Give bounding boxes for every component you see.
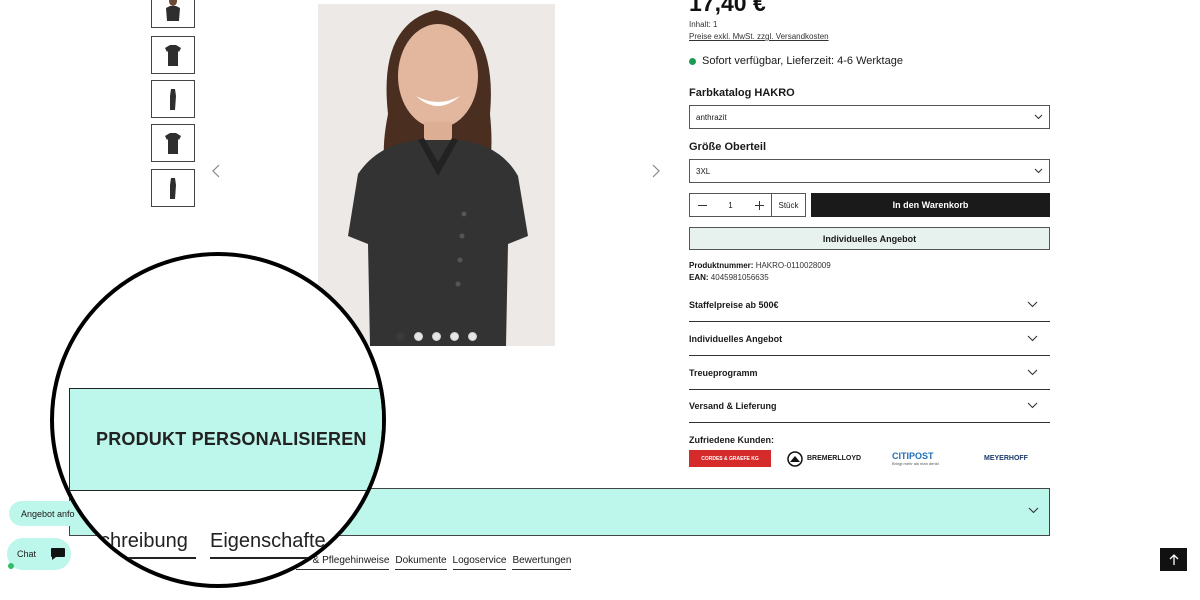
shirt-icon bbox=[166, 0, 180, 21]
size-label: Größe Oberteil bbox=[689, 141, 767, 153]
gallery-next-button[interactable] bbox=[646, 160, 666, 182]
accordion-label: Individuelles Angebot bbox=[689, 333, 783, 344]
shirt-icon bbox=[165, 133, 181, 154]
customer-logo-citipost: CITIPOST Bringt mehr als man denkt bbox=[892, 450, 939, 467]
accordion-label: Treueprogramm bbox=[689, 367, 758, 378]
color-select[interactable]: anthrazit bbox=[689, 105, 1050, 129]
tab-logoservice[interactable]: Logoservice bbox=[452, 555, 507, 570]
quantity-unit: Stück bbox=[771, 194, 805, 216]
chevron-down-icon bbox=[1027, 301, 1038, 308]
stock-indicator-icon bbox=[689, 57, 696, 65]
accordion-individuelles-angebot[interactable]: Individuelles Angebot bbox=[689, 322, 1050, 356]
quantity-input[interactable]: 1 bbox=[714, 201, 747, 210]
chevron-left-icon bbox=[212, 164, 220, 178]
gallery-dot-1[interactable] bbox=[396, 332, 405, 341]
chevron-down-icon bbox=[1027, 402, 1038, 409]
customer-logo-text: BREMERLLOYD bbox=[807, 455, 862, 462]
chevron-down-icon bbox=[1034, 168, 1043, 174]
chevron-down-icon bbox=[1027, 369, 1038, 376]
chat-bubble-icon bbox=[51, 548, 66, 560]
product-photo bbox=[318, 4, 555, 346]
quantity-increase-button[interactable] bbox=[747, 194, 771, 216]
quantity-stepper: 1 Stück bbox=[689, 193, 806, 217]
shirt-icon bbox=[170, 178, 176, 199]
stock-status: Sofort verfügbar, Lieferzeit: 4-6 Werkta… bbox=[689, 55, 903, 67]
individual-offer-button[interactable]: Individuelles Angebot bbox=[689, 227, 1050, 250]
ean-value: 4045981056635 bbox=[710, 273, 769, 282]
thumbnail-3[interactable] bbox=[151, 80, 195, 118]
add-to-cart-button[interactable]: In den Warenkorb bbox=[811, 193, 1050, 217]
tab-reviews[interactable]: Bewertungen bbox=[512, 555, 572, 570]
magnifier-lens: PRODUKT PERSONALISIEREN chreibung Eigens… bbox=[50, 252, 386, 588]
plus-icon bbox=[754, 200, 764, 210]
gallery-dot-2[interactable] bbox=[414, 332, 423, 341]
thumbnail-5[interactable] bbox=[151, 169, 195, 207]
chevron-right-icon bbox=[652, 164, 660, 178]
ean-label: EAN: bbox=[689, 273, 709, 282]
thumbnail-2[interactable] bbox=[151, 36, 195, 74]
customer-logo-cordes: CORDES & GRAEFE KG bbox=[689, 450, 771, 467]
chat-button[interactable]: Chat bbox=[7, 538, 71, 570]
content-info: Inhalt: 1 bbox=[689, 20, 718, 29]
color-label: Farbkatalog HAKRO bbox=[689, 87, 795, 99]
accordion-staffelpreise[interactable]: Staffelpreise ab 500€ bbox=[689, 288, 1050, 322]
customer-logo-text: CITIPOST bbox=[892, 450, 934, 461]
customer-logo-text: CORDES & GRAEFE KG bbox=[701, 455, 759, 462]
bremerlloyd-logo-icon bbox=[787, 450, 803, 467]
minus-icon bbox=[697, 204, 707, 206]
personalize-product-zoomed[interactable]: PRODUKT PERSONALISIEREN bbox=[69, 388, 382, 491]
accordion-versand[interactable]: Versand & Lieferung bbox=[689, 389, 1050, 423]
chevron-down-icon bbox=[1034, 114, 1043, 120]
price-value: 17,40 € bbox=[689, 0, 766, 16]
customer-logo-meyerhoff: MEYERHOFF bbox=[984, 450, 1028, 467]
color-select-value: anthrazit bbox=[696, 112, 727, 122]
product-number-value: HAKRO-0110028009 bbox=[755, 261, 831, 270]
tab-documents[interactable]: Dokumente bbox=[395, 555, 447, 570]
customer-logo-subtext: Bringt mehr als man denkt bbox=[892, 460, 939, 466]
shirt-icon bbox=[165, 45, 181, 66]
product-tabs: ch- & Pflegehinweise Dokumente Logoservi… bbox=[296, 555, 572, 570]
stock-text: Sofort verfügbar, Lieferzeit: 4-6 Werkta… bbox=[702, 55, 903, 67]
gallery-dot-3[interactable] bbox=[432, 332, 441, 341]
size-select[interactable]: 3XL bbox=[689, 159, 1050, 183]
product-number-label: Produktnummer: bbox=[689, 261, 754, 270]
gallery-prev-button[interactable] bbox=[206, 160, 226, 182]
ean: EAN: 4045981056635 bbox=[689, 273, 769, 282]
size-select-value: 3XL bbox=[696, 166, 711, 176]
customer-logo-bremerlloyd: BREMERLLOYD bbox=[787, 450, 861, 467]
price-suffix: * bbox=[766, 0, 770, 4]
price-note-link[interactable]: Preise exkl. MwSt. zzgl. Versandkosten bbox=[689, 32, 829, 41]
thumbnail-1[interactable] bbox=[151, 0, 195, 28]
personalize-label: PRODUKT PERSONALISIEREN bbox=[96, 429, 367, 449]
tab-description[interactable]: chreibung bbox=[100, 530, 196, 559]
customers-title: Zufriedene Kunden: bbox=[689, 435, 774, 445]
scroll-to-top-button[interactable] bbox=[1160, 548, 1187, 571]
accordion-label: Versand & Lieferung bbox=[689, 400, 777, 411]
quantity-decrease-button[interactable] bbox=[690, 194, 714, 216]
accordion-label: Staffelpreise ab 500€ bbox=[689, 299, 779, 310]
product-number: Produktnummer: HAKRO-0110028009 bbox=[689, 261, 831, 270]
accordion-treueprogramm[interactable]: Treueprogramm bbox=[689, 356, 1050, 390]
customer-logo-text: MEYERHOFF bbox=[984, 455, 1028, 462]
product-price: 17,40 €* bbox=[689, 0, 769, 17]
chevron-down-icon bbox=[1027, 335, 1038, 342]
chat-label: Chat bbox=[17, 549, 37, 559]
arrow-up-icon bbox=[1169, 553, 1178, 565]
thumbnail-4[interactable] bbox=[151, 124, 195, 162]
product-main-image bbox=[318, 4, 555, 346]
gallery-dot-5[interactable] bbox=[468, 332, 477, 341]
chevron-down-icon bbox=[1028, 507, 1039, 514]
chat-online-indicator bbox=[8, 563, 14, 569]
shirt-icon bbox=[170, 89, 176, 110]
gallery-dot-4[interactable] bbox=[450, 332, 459, 341]
tab-properties[interactable]: Eigenschafte bbox=[210, 530, 326, 559]
